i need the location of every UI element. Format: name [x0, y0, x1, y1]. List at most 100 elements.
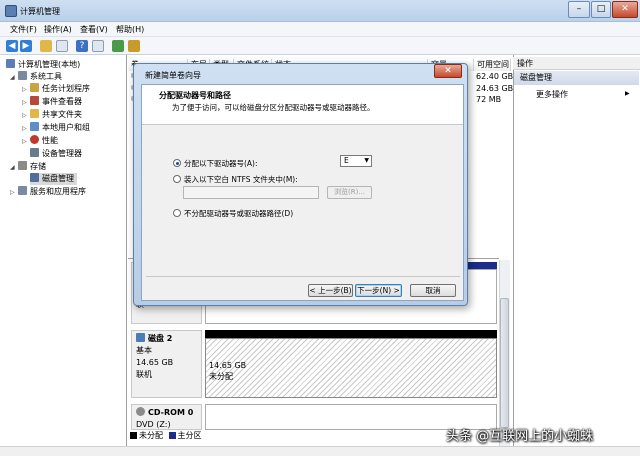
option-assign-letter[interactable]: 分配以下驱动器号(A):	[184, 158, 258, 169]
tree-item-system-tools[interactable]: ◢ 系统工具	[10, 71, 62, 83]
disk-management-icon	[30, 173, 39, 182]
expand-icon[interactable]: ▷	[10, 187, 18, 199]
tree-label: 计算机管理(本地)	[18, 60, 81, 69]
expand-icon[interactable]: ▷	[22, 84, 30, 96]
event-log-icon	[30, 96, 39, 105]
actions-pane	[513, 55, 640, 447]
tree-item-disk-management[interactable]: 磁盘管理	[30, 173, 77, 185]
unallocated-partition[interactable]: 14.65 GB 未分配	[205, 338, 497, 398]
collapse-icon[interactable]: ◢	[10, 162, 18, 174]
radio-mount-folder[interactable]	[173, 175, 181, 183]
tree-item-device-manager[interactable]: 设备管理器	[30, 148, 82, 160]
forward-arrow-icon[interactable]: ▶	[20, 40, 32, 52]
disk-2-info[interactable]: 磁盘 2 基本 14.65 GB 联机	[131, 330, 202, 398]
back-button[interactable]: < 上一步(B)	[308, 284, 353, 297]
tree-item-root[interactable]: 计算机管理(本地)	[6, 59, 80, 71]
scrollbar-thumb[interactable]	[500, 298, 509, 428]
up-folder-icon[interactable]	[40, 40, 52, 52]
unallocated-bar	[205, 330, 497, 338]
tree-label: 磁盘管理	[42, 174, 74, 183]
chevron-right-icon: ▶	[625, 90, 630, 97]
navigation-tree: 计算机管理(本地) ◢ 系统工具 ▷ 任务计划程序 ▷ 事件查看器 ▷ 共享文件夹 ▷ 本…	[0, 55, 127, 447]
drive-letter-select[interactable]: E ▼	[340, 155, 372, 167]
menu-file[interactable]: 文件(F)	[10, 24, 37, 35]
free-space-cell: 72 MB	[476, 95, 502, 104]
radio-assign-letter[interactable]	[173, 159, 181, 167]
tree-label: 存储	[30, 162, 46, 171]
tree-item-local-users[interactable]: ▷ 本地用户和组	[22, 122, 90, 134]
folder-path-input[interactable]	[183, 186, 319, 199]
option-no-letter[interactable]: 不分配驱动器号或驱动器路径(D)	[184, 208, 293, 219]
menu-help[interactable]: 帮助(H)	[116, 24, 144, 35]
primary-swatch	[168, 432, 176, 439]
back-arrow-icon[interactable]: ◀	[6, 40, 18, 52]
wizard-close-button[interactable]: ✕	[434, 64, 462, 78]
collapse-icon[interactable]: ◢	[10, 72, 18, 84]
legend-primary: 主分区	[177, 431, 202, 440]
expand-icon[interactable]: ▷	[22, 110, 30, 122]
menu-view[interactable]: 查看(V)	[80, 24, 108, 35]
legend-unallocated: 未分配	[139, 431, 163, 440]
watermark: 头条 @互联网上的小蜘蛛	[446, 429, 594, 444]
cdrom-info[interactable]: CD-ROM 0 DVD (Z:)	[131, 404, 202, 430]
option-mount-folder[interactable]: 装入以下空白 NTFS 文件夹中(M):	[184, 174, 298, 185]
chevron-down-icon: ▼	[364, 157, 369, 164]
tree-item-storage[interactable]: ◢ 存储	[10, 161, 46, 173]
close-button[interactable]: ✕	[612, 1, 638, 18]
tree-item-task-scheduler[interactable]: ▷ 任务计划程序	[22, 83, 90, 95]
title-bar: 计算机管理 – □ ✕	[0, 0, 640, 22]
computer-management-icon	[5, 5, 17, 17]
expand-icon[interactable]: ▷	[22, 97, 30, 109]
device-manager-icon	[30, 148, 39, 157]
tree-label: 设备管理器	[42, 149, 82, 158]
expand-icon[interactable]: ▷	[22, 136, 30, 148]
performance-icon	[30, 135, 39, 144]
disk-icon	[136, 333, 145, 342]
browse-button[interactable]: 浏览(R)...	[327, 186, 372, 199]
tree-label: 本地用户和组	[42, 123, 90, 132]
cdrom-icon	[136, 407, 145, 416]
next-button[interactable]: 下一步(N) >	[355, 284, 402, 297]
minimize-button[interactable]: –	[568, 1, 590, 18]
menu-bar: 文件(F) 操作(A) 查看(V) 帮助(H)	[0, 22, 640, 37]
tree-label: 任务计划程序	[42, 84, 90, 93]
computer-icon	[6, 59, 15, 68]
disk-size: 14.65 GB	[136, 358, 174, 367]
wizard-title: 新建简单卷向导	[145, 71, 201, 80]
toolbar: ◀ ▶ ?	[0, 37, 640, 55]
wizard-heading: 分配驱动器号和路径	[159, 91, 231, 100]
show-hide-tree-icon[interactable]	[56, 40, 68, 52]
tree-label: 共享文件夹	[42, 110, 82, 119]
window-title: 计算机管理	[20, 7, 60, 16]
more-actions-link[interactable]: 更多操作	[536, 89, 568, 100]
tree-item-performance[interactable]: ▷ 性能	[22, 135, 58, 147]
tree-item-event-viewer[interactable]: ▷ 事件查看器	[22, 96, 82, 108]
disk-type: 基本	[136, 346, 152, 355]
show-action-pane-icon[interactable]	[92, 40, 104, 52]
menu-action[interactable]: 操作(A)	[44, 24, 72, 35]
status-bar	[0, 446, 640, 456]
tools-icon	[18, 71, 27, 80]
wizard-separator	[146, 276, 460, 277]
column-free-space[interactable]: 可用空间	[474, 59, 511, 71]
tree-item-services-apps[interactable]: ▷ 服务和应用程序	[10, 186, 86, 198]
free-space-cell: 62.40 GB	[476, 72, 514, 81]
rescan-disks-icon[interactable]	[112, 40, 124, 52]
drive-letter-value: E	[344, 156, 349, 165]
cdrom-name: CD-ROM 0	[148, 408, 194, 417]
unallocated-swatch	[130, 432, 137, 439]
radio-no-letter[interactable]	[173, 209, 181, 217]
disk-name: 磁盘 2	[148, 334, 173, 343]
expand-icon[interactable]: ▷	[22, 123, 30, 135]
maximize-button[interactable]: □	[591, 1, 611, 18]
users-icon	[30, 122, 39, 131]
help-icon[interactable]: ?	[76, 40, 88, 52]
properties-icon[interactable]	[128, 40, 140, 52]
cancel-button[interactable]: 取消	[410, 284, 456, 297]
wizard-subheading: 为了便于访问，可以给磁盘分区分配驱动器号或驱动器路径。	[172, 103, 375, 112]
partition-state: 未分配	[209, 372, 233, 381]
actions-disk-management[interactable]: 磁盘管理	[514, 71, 639, 85]
clock-icon	[30, 83, 39, 92]
tree-item-shared-folders[interactable]: ▷ 共享文件夹	[22, 109, 82, 121]
tree-label: 事件查看器	[42, 97, 82, 106]
